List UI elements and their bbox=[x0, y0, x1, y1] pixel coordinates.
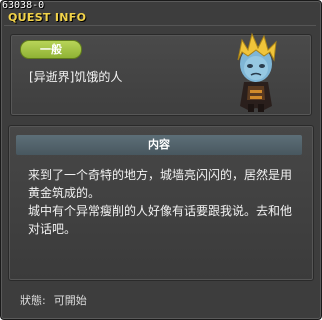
content-header: 内容 bbox=[16, 135, 302, 155]
npc-character-icon bbox=[226, 30, 286, 114]
quest-name: [异逝界]饥饿的人 bbox=[29, 70, 123, 84]
category-badge: 一般 bbox=[20, 40, 82, 59]
description-paragraph: 来到了一个奇特的地方，城墙亮闪闪的，居然是用黄金筑成的。 bbox=[28, 168, 293, 200]
window-title: QUEST INFO bbox=[8, 11, 87, 24]
quest-status: 狀態: 可開始 bbox=[20, 292, 95, 308]
quest-id: 63038-0 bbox=[2, 0, 45, 11]
status-label: 狀態: bbox=[20, 294, 46, 307]
title-divider bbox=[4, 25, 316, 26]
status-value: 可開始 bbox=[53, 294, 87, 307]
quest-description: 来到了一个奇特的地方，城墙亮闪闪的，居然是用黄金筑成的。 城中有个异常瘦削的人好… bbox=[28, 166, 300, 238]
description-paragraph: 城中有个异常瘦削的人好像有话要跟我说。去和他对话吧。 bbox=[28, 204, 293, 236]
